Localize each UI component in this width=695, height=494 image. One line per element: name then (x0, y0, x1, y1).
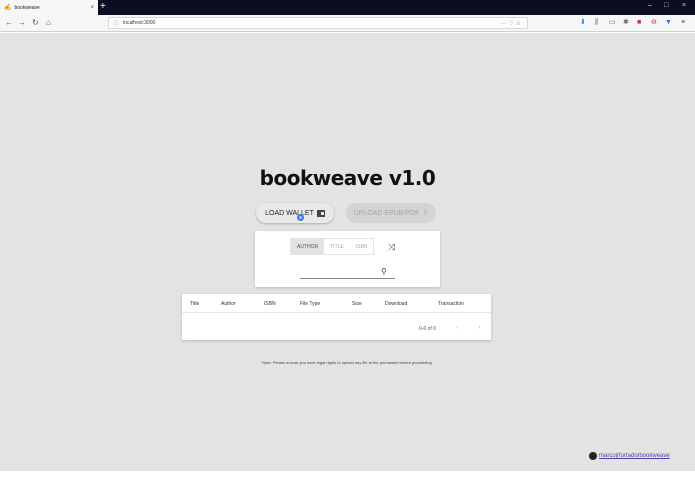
next-page-button[interactable]: › (478, 324, 480, 331)
column-transaction[interactable]: Transaction (438, 301, 464, 307)
browser-tab-bar: ✍ bookweave × + – □ × (0, 0, 695, 15)
extension-red-icon[interactable]: ■ (637, 19, 641, 27)
library-icon[interactable]: ⫼ (595, 19, 598, 27)
toggle-author[interactable]: AUTHOR (291, 239, 325, 254)
wallet-icon (316, 209, 325, 217)
menu-icon[interactable]: ≡ (681, 19, 685, 27)
bookweave-favicon-icon: ✍ (4, 5, 12, 11)
column-isbn[interactable]: ISBN (264, 301, 276, 307)
sidebar-icon[interactable]: ▭ (609, 19, 616, 27)
github-footer: marcojrfurtado/bookweave (589, 452, 670, 460)
site-info-icon[interactable]: ⓘ (113, 19, 119, 28)
results-table: Title Author ISBN File Type Size Downloa… (182, 294, 491, 340)
github-icon (589, 452, 597, 460)
page-actions[interactable]: ··· ♡ ☆ (501, 20, 521, 27)
minimize-icon[interactable]: – (648, 2, 652, 9)
column-size[interactable]: Size (352, 301, 362, 307)
shuffle-icon[interactable]: ⤨ (388, 242, 395, 253)
url-bar[interactable]: ⓘ localhost:3000 ··· ♡ ☆ (108, 17, 528, 29)
tab-title: bookweave (14, 4, 40, 11)
home-icon[interactable]: ⌂ (46, 18, 51, 28)
tab-close-icon[interactable]: × (90, 5, 94, 11)
back-icon[interactable]: ← (5, 18, 13, 28)
legal-note: Note: Please ensure you have legal right… (262, 360, 433, 365)
extension-icon[interactable]: ✱ (623, 19, 629, 27)
upload-button[interactable]: UPLOAD EPUB/PDF ⇪ (346, 203, 436, 223)
column-download[interactable]: Download (385, 301, 407, 307)
search-icon[interactable]: ⚲ (381, 267, 387, 276)
upload-label: UPLOAD EPUB/PDF (353, 209, 420, 217)
maximize-icon[interactable]: □ (664, 2, 668, 9)
forward-icon[interactable]: → (18, 18, 26, 28)
browser-tab[interactable]: ✍ bookweave × (0, 0, 98, 15)
browser-nav-bar: ← → ↻ ⌂ ⓘ localhost:3000 ··· ♡ ☆ ⬇ ⫼ ▭ ✱… (0, 15, 695, 32)
column-author[interactable]: Author (221, 301, 236, 307)
toggle-title[interactable]: TITLE (324, 239, 350, 254)
page-title: bookweave v1.0 (259, 166, 436, 190)
search-card: AUTHOR TITLE ISBN ⤨ ⚲ (255, 231, 440, 287)
close-window-icon[interactable]: × (682, 2, 686, 9)
download-icon[interactable]: ⬇ (580, 19, 586, 27)
pagination-count: 0-0 of 0 (419, 326, 436, 332)
prev-page-button[interactable]: ‹ (456, 324, 458, 331)
reload-icon[interactable]: ↻ (32, 18, 39, 28)
column-title[interactable]: Title (190, 301, 199, 307)
url-text: localhost:3000 (123, 20, 156, 26)
upload-icon: ⇪ (422, 210, 429, 217)
github-link[interactable]: marcojrfurtado/bookweave (599, 453, 670, 459)
block-icon[interactable]: ⊖ (651, 19, 657, 27)
new-tab-button[interactable]: + (100, 1, 106, 13)
table-header: Title Author ISBN File Type Size Downloa… (182, 294, 491, 313)
load-wallet-label: LOAD WALLET (265, 209, 314, 217)
column-file-type[interactable]: File Type (300, 301, 320, 307)
extension-blue-icon[interactable]: ▼ (665, 19, 672, 27)
search-mode-toggle-group: AUTHOR TITLE ISBN (290, 238, 375, 255)
toggle-isbn[interactable]: ISBN (350, 239, 374, 254)
load-wallet-button[interactable]: LOAD WALLET (256, 203, 334, 223)
mouse-cursor-indicator (297, 214, 304, 221)
